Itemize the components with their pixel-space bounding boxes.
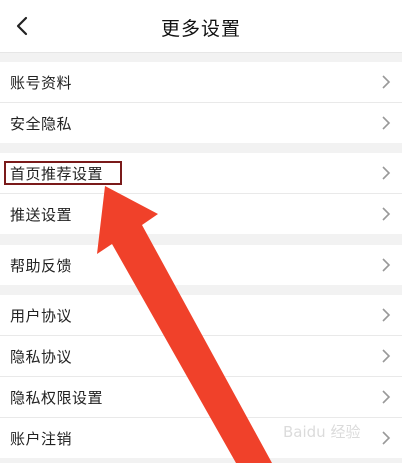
settings-item-label: 账户注销: [10, 430, 73, 448]
chevron-right-icon: [382, 349, 391, 363]
chevron-right-icon: [382, 116, 391, 130]
settings-item-security-privacy[interactable]: 安全隐私: [0, 103, 402, 143]
chevron-right-icon: [382, 166, 391, 180]
settings-group-legal: 用户协议 隐私协议 隐私权限设置 账户注销: [0, 295, 402, 458]
settings-item-help-feedback[interactable]: 帮助反馈: [0, 245, 402, 285]
page-title: 更多设置: [160, 18, 241, 40]
settings-item-account-profile[interactable]: 账号资料: [0, 62, 402, 103]
settings-item-label: 帮助反馈: [10, 257, 73, 275]
chevron-right-icon: [382, 431, 391, 445]
settings-group-help: 帮助反馈: [0, 245, 402, 285]
chevron-right-icon: [382, 207, 391, 221]
highlight-box: [4, 161, 122, 185]
settings-item-privacy-agreement[interactable]: 隐私协议: [0, 336, 402, 377]
settings-item-account-deletion[interactable]: 账户注销: [0, 418, 402, 458]
settings-item-user-agreement[interactable]: 用户协议: [0, 295, 402, 336]
settings-group-account: 账号资料 安全隐私: [0, 62, 402, 143]
settings-item-label: 安全隐私: [10, 115, 73, 133]
settings-item-label: 用户协议: [10, 307, 73, 325]
settings-item-label: 账号资料: [10, 74, 73, 92]
chevron-right-icon: [382, 75, 391, 89]
settings-item-label: 推送设置: [10, 206, 73, 224]
settings-item-privacy-permissions[interactable]: 隐私权限设置: [0, 377, 402, 418]
settings-item-label: 隐私权限设置: [10, 389, 104, 407]
top-bar: 更多设置: [0, 0, 402, 53]
chevron-right-icon: [382, 258, 391, 272]
settings-item-push[interactable]: 推送设置: [0, 194, 402, 234]
settings-item-label: 隐私协议: [10, 348, 73, 366]
chevron-right-icon: [382, 308, 391, 322]
chevron-right-icon: [382, 390, 391, 404]
